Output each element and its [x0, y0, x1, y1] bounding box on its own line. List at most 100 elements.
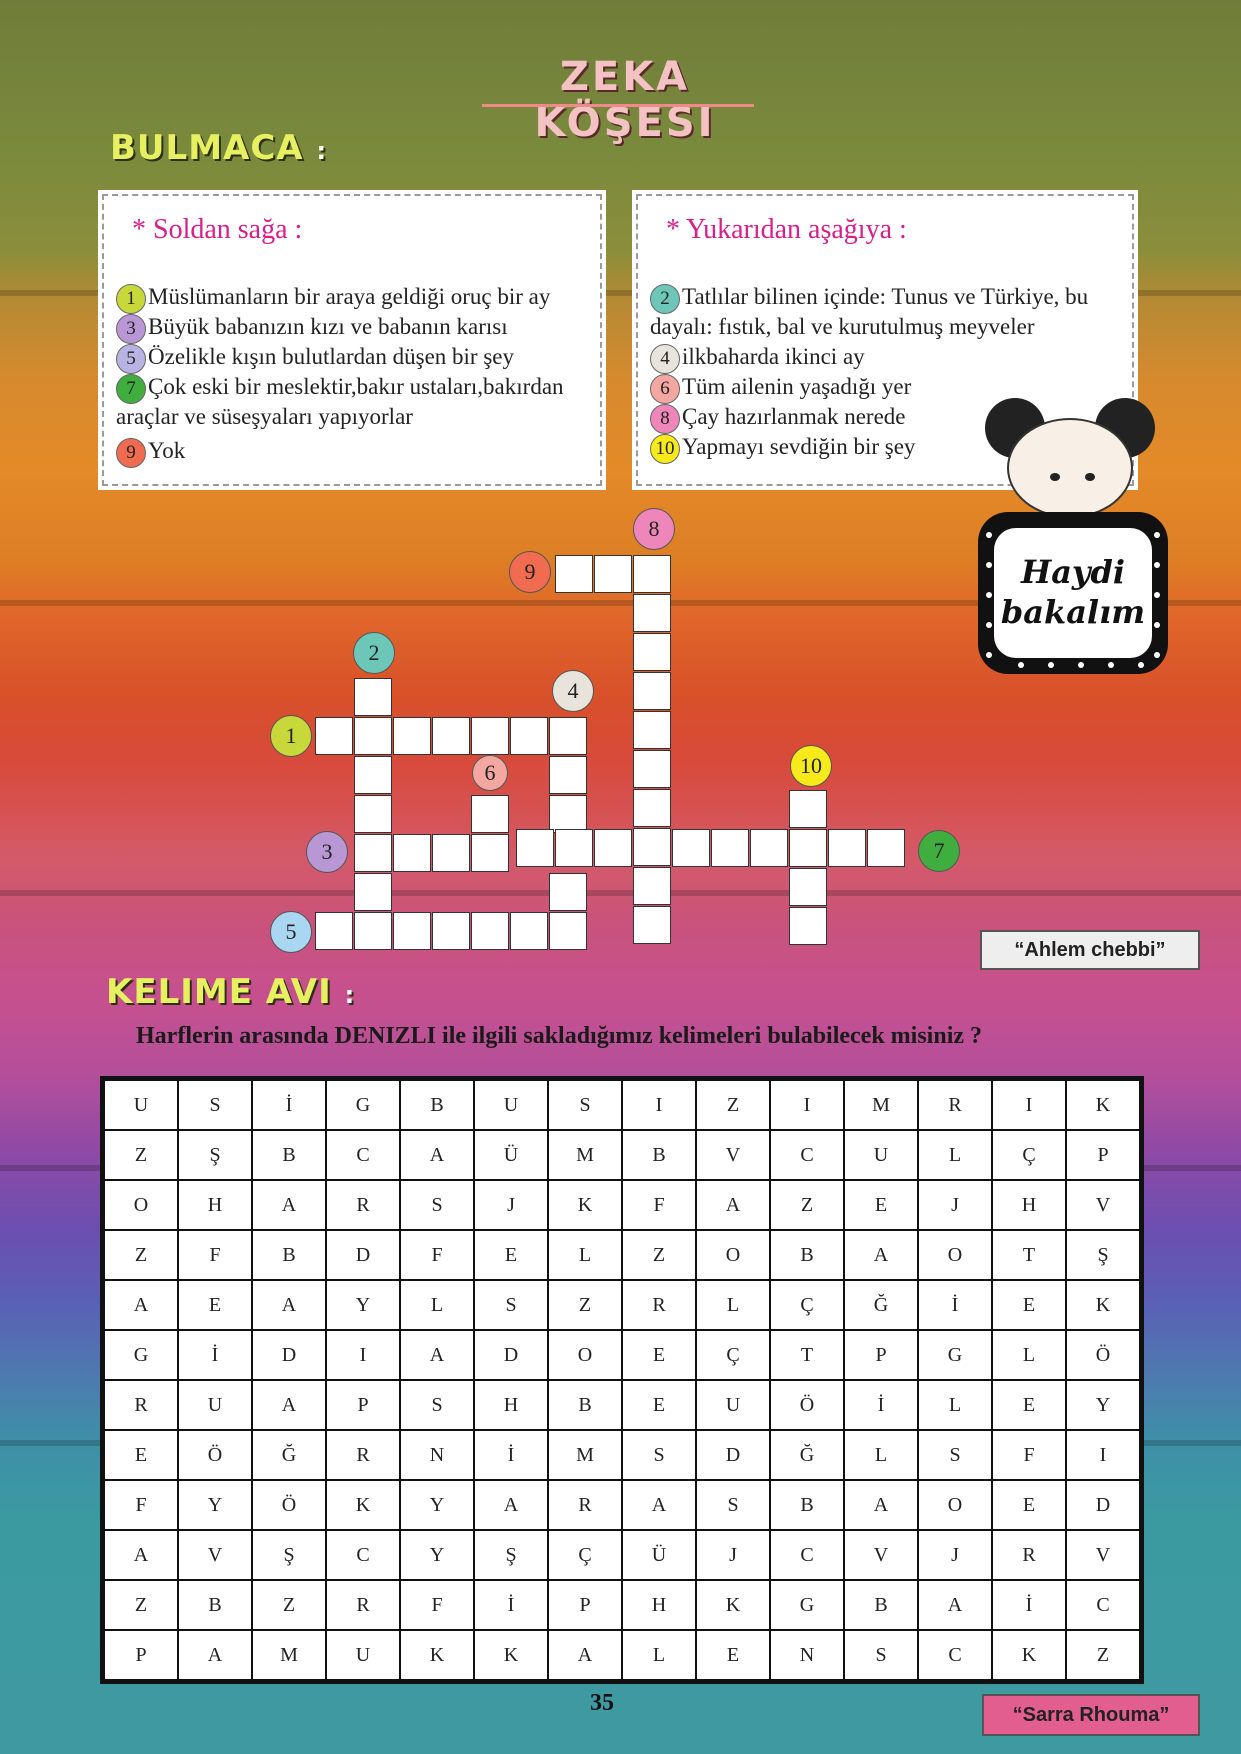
word-search-cell[interactable]: M — [548, 1130, 622, 1180]
word-search-cell[interactable]: O — [918, 1480, 992, 1530]
word-search-cell[interactable]: E — [178, 1280, 252, 1330]
word-search-cell[interactable]: K — [696, 1580, 770, 1630]
word-search-cell[interactable]: M — [252, 1630, 326, 1680]
crossword-cell[interactable] — [633, 750, 671, 788]
crossword-cell[interactable] — [393, 717, 431, 755]
word-search-cell[interactable]: İ — [474, 1430, 548, 1480]
crossword-cell[interactable] — [789, 829, 827, 867]
word-search-cell[interactable]: O — [918, 1230, 992, 1280]
crossword-cell[interactable] — [510, 912, 548, 950]
crossword-cell[interactable] — [633, 594, 671, 632]
word-search-cell[interactable]: I — [1066, 1430, 1140, 1480]
word-search-cell[interactable]: L — [844, 1430, 918, 1480]
crossword-cell[interactable] — [633, 789, 671, 827]
word-search-cell[interactable]: E — [992, 1280, 1066, 1330]
word-search-cell[interactable]: Ö — [1066, 1330, 1140, 1380]
word-search-cell[interactable]: Z — [622, 1230, 696, 1280]
word-search-cell[interactable]: F — [400, 1230, 474, 1280]
word-search-cell[interactable]: A — [252, 1380, 326, 1430]
word-search-cell[interactable]: Ö — [770, 1380, 844, 1430]
word-search-cell[interactable]: A — [696, 1180, 770, 1230]
word-search-cell[interactable]: G — [104, 1330, 178, 1380]
word-search-cell[interactable]: K — [992, 1630, 1066, 1680]
crossword-cell[interactable] — [867, 829, 905, 867]
word-search-cell[interactable]: S — [400, 1380, 474, 1430]
word-search-cell[interactable]: R — [992, 1530, 1066, 1580]
word-search-cell[interactable]: C — [770, 1130, 844, 1180]
word-search-cell[interactable]: Ç — [992, 1130, 1066, 1180]
word-search-cell[interactable]: S — [178, 1080, 252, 1130]
word-search-cell[interactable]: A — [400, 1330, 474, 1380]
crossword-cell[interactable] — [549, 795, 587, 833]
word-search-cell[interactable]: R — [918, 1080, 992, 1130]
word-search-cell[interactable]: Z — [104, 1230, 178, 1280]
word-search-cell[interactable]: J — [918, 1180, 992, 1230]
crossword-cell[interactable] — [633, 867, 671, 905]
word-search-cell[interactable]: İ — [844, 1380, 918, 1430]
word-search-cell[interactable]: E — [844, 1180, 918, 1230]
word-search-cell[interactable]: B — [252, 1130, 326, 1180]
word-search-cell[interactable]: Ğ — [770, 1430, 844, 1480]
word-search-cell[interactable]: E — [992, 1480, 1066, 1530]
word-search-cell[interactable]: Y — [400, 1530, 474, 1580]
word-search-cell[interactable]: Y — [326, 1280, 400, 1330]
word-search-cell[interactable]: İ — [474, 1580, 548, 1630]
word-search-cell[interactable]: D — [474, 1330, 548, 1380]
word-search-cell[interactable]: I — [770, 1080, 844, 1130]
word-search-cell[interactable]: U — [178, 1380, 252, 1430]
word-search-cell[interactable]: I — [326, 1330, 400, 1380]
word-search-cell[interactable]: U — [844, 1130, 918, 1180]
crossword-cell[interactable] — [393, 912, 431, 950]
word-search-cell[interactable]: N — [400, 1430, 474, 1480]
word-search-cell[interactable]: A — [178, 1630, 252, 1680]
word-search-cell[interactable]: A — [252, 1180, 326, 1230]
crossword-cell[interactable] — [315, 717, 353, 755]
crossword-cell[interactable] — [354, 678, 392, 716]
word-search-cell[interactable]: U — [326, 1630, 400, 1680]
crossword-cell[interactable] — [510, 717, 548, 755]
word-search-cell[interactable]: Ö — [178, 1430, 252, 1480]
word-search-cell[interactable]: U — [474, 1080, 548, 1130]
word-search-cell[interactable]: Ü — [622, 1530, 696, 1580]
word-search-cell[interactable]: Y — [1066, 1380, 1140, 1430]
crossword-cell[interactable] — [354, 912, 392, 950]
word-search-cell[interactable]: J — [474, 1180, 548, 1230]
word-search-cell[interactable]: H — [178, 1180, 252, 1230]
crossword-cell[interactable] — [432, 834, 470, 872]
word-search-cell[interactable]: T — [770, 1330, 844, 1380]
word-search-cell[interactable]: S — [400, 1180, 474, 1230]
word-search-cell[interactable]: V — [1066, 1180, 1140, 1230]
word-search-cell[interactable]: B — [178, 1580, 252, 1630]
word-search-cell[interactable]: B — [844, 1580, 918, 1630]
word-search-cell[interactable]: L — [696, 1280, 770, 1330]
crossword-cell[interactable] — [633, 633, 671, 671]
crossword-cell[interactable] — [633, 711, 671, 749]
word-search-cell[interactable]: L — [992, 1330, 1066, 1380]
word-search-cell[interactable]: B — [622, 1130, 696, 1180]
word-search-cell[interactable]: R — [326, 1580, 400, 1630]
word-search-cell[interactable]: G — [326, 1080, 400, 1130]
crossword-cell[interactable] — [672, 829, 710, 867]
word-search-cell[interactable]: D — [1066, 1480, 1140, 1530]
crossword-cell[interactable] — [549, 717, 587, 755]
word-search-cell[interactable]: Ş — [1066, 1230, 1140, 1280]
crossword-cell[interactable] — [471, 717, 509, 755]
word-search-cell[interactable]: P — [548, 1580, 622, 1630]
word-search-cell[interactable]: A — [844, 1480, 918, 1530]
word-search-cell[interactable]: İ — [252, 1080, 326, 1130]
word-search-cell[interactable]: R — [548, 1480, 622, 1530]
word-search-cell[interactable]: B — [252, 1230, 326, 1280]
word-search-cell[interactable]: C — [770, 1530, 844, 1580]
word-search-cell[interactable]: J — [696, 1530, 770, 1580]
crossword-cell[interactable] — [633, 672, 671, 710]
word-search-cell[interactable]: D — [696, 1430, 770, 1480]
word-search-cell[interactable]: Ğ — [844, 1280, 918, 1330]
crossword-cell[interactable] — [549, 756, 587, 794]
word-search-cell[interactable]: F — [992, 1430, 1066, 1480]
word-search-cell[interactable]: I — [992, 1080, 1066, 1130]
word-search-cell[interactable]: K — [400, 1630, 474, 1680]
word-search-cell[interactable]: Ş — [178, 1130, 252, 1180]
word-search-cell[interactable]: Ş — [474, 1530, 548, 1580]
word-search-cell[interactable]: L — [548, 1230, 622, 1280]
word-search-cell[interactable]: Y — [400, 1480, 474, 1530]
